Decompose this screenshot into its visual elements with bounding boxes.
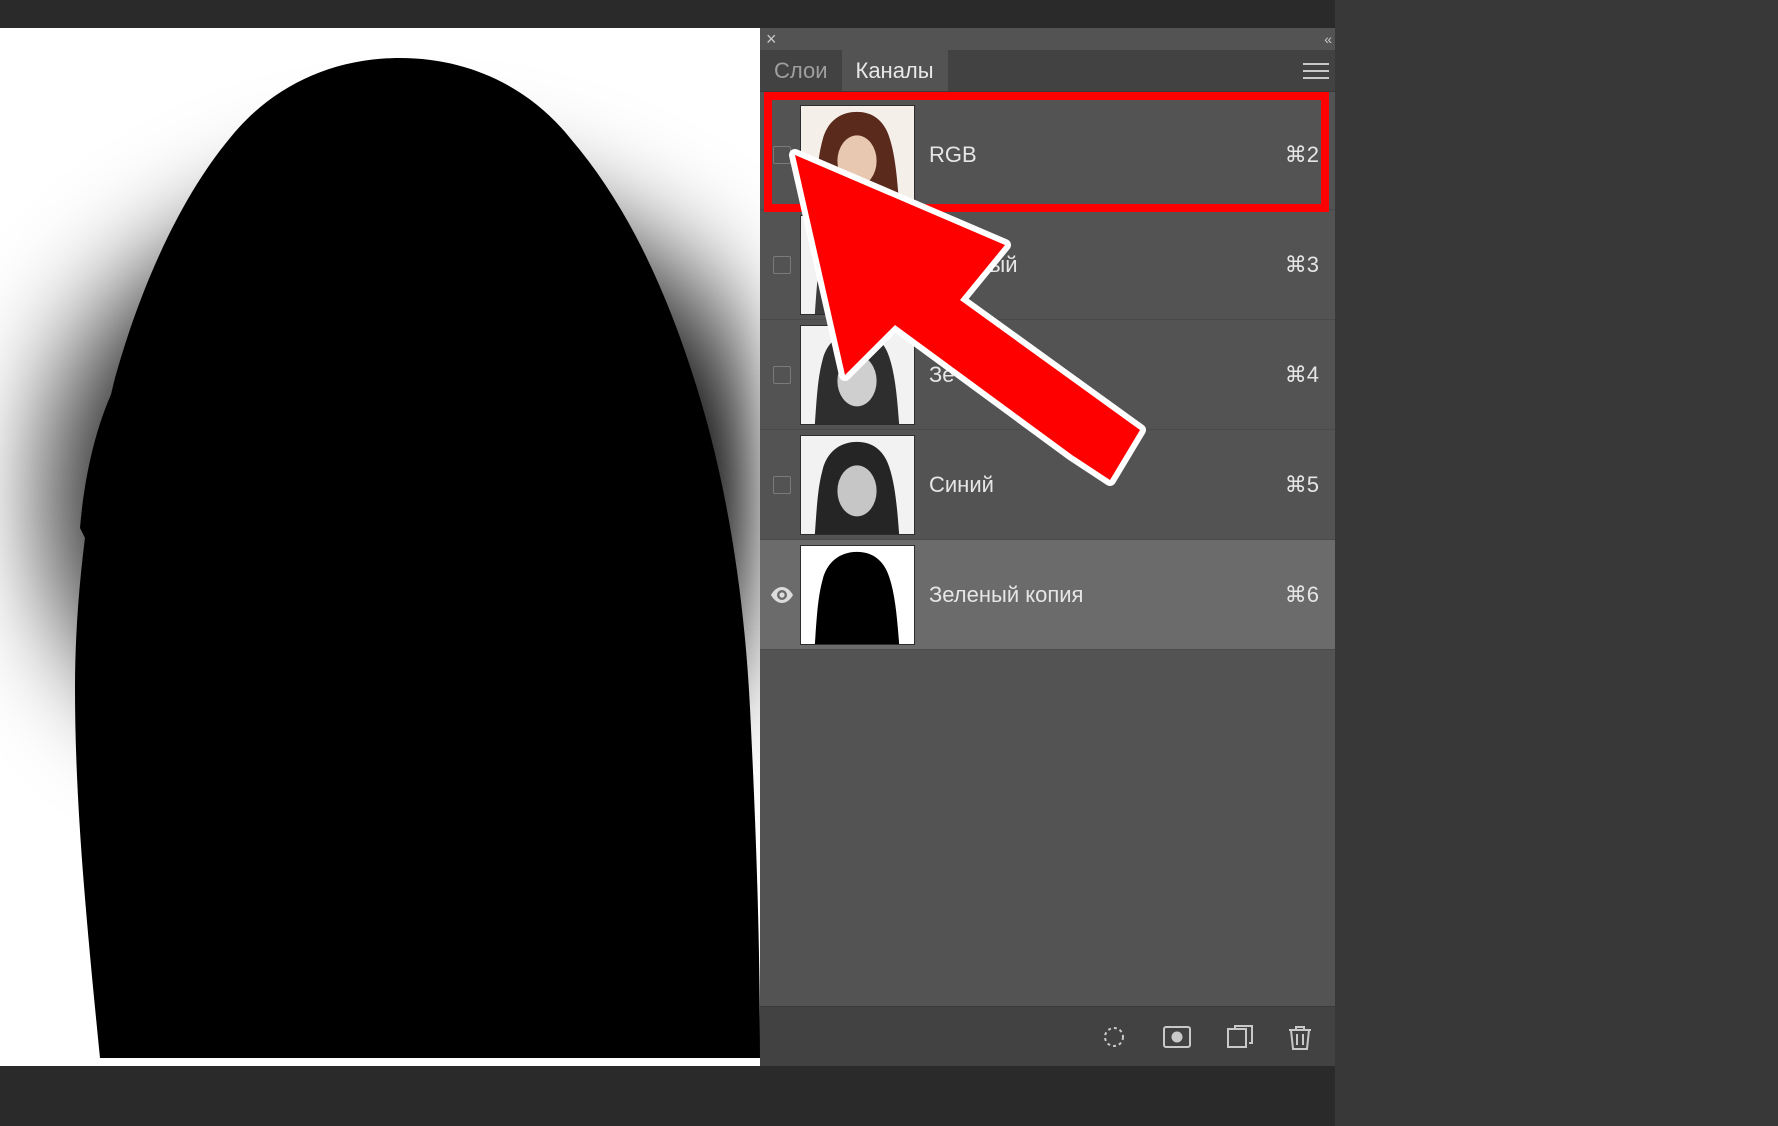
right-dock-area	[1335, 0, 1778, 1126]
channels-list: RGB ⌘2 Красный ⌘3	[760, 92, 1335, 650]
tab-channels[interactable]: Каналы	[842, 50, 948, 91]
channel-name: Зе	[929, 362, 1285, 388]
canvas-silhouette-image	[30, 48, 760, 1058]
channel-row-blue[interactable]: Синий ⌘5	[760, 430, 1335, 540]
save-mask-icon[interactable]	[1163, 1026, 1191, 1048]
channel-shortcut: ⌘4	[1285, 362, 1319, 388]
visibility-toggle[interactable]	[766, 587, 798, 603]
eye-icon	[770, 587, 794, 603]
channel-name: Зеленый копия	[929, 582, 1285, 608]
visibility-toggle[interactable]	[773, 366, 791, 384]
document-canvas[interactable]	[0, 28, 760, 1066]
channel-name: Синий	[929, 472, 1285, 498]
channel-thumbnail	[800, 105, 915, 205]
new-channel-icon[interactable]	[1227, 1025, 1253, 1049]
channel-shortcut: ⌘2	[1285, 142, 1319, 168]
channel-thumbnail	[800, 325, 915, 425]
load-selection-icon[interactable]	[1101, 1024, 1127, 1050]
channel-row-green[interactable]: Зе ⌘4	[760, 320, 1335, 430]
visibility-toggle[interactable]	[773, 146, 791, 164]
visibility-toggle[interactable]	[773, 256, 791, 274]
channel-row-red[interactable]: Красный ⌘3	[760, 210, 1335, 320]
channel-thumbnail	[800, 215, 915, 315]
close-icon[interactable]: ×	[766, 30, 777, 48]
channel-shortcut: ⌘5	[1285, 472, 1319, 498]
panel-footer	[760, 1006, 1335, 1066]
channel-row-green-copy[interactable]: Зеленый копия ⌘6	[760, 540, 1335, 650]
channels-panel: × « Слои Каналы RGB	[760, 28, 1335, 1066]
panel-topbar: × «	[760, 28, 1335, 50]
channel-row-rgb[interactable]: RGB ⌘2	[760, 100, 1335, 210]
tab-layers[interactable]: Слои	[760, 50, 842, 91]
visibility-toggle[interactable]	[773, 476, 791, 494]
channel-thumbnail	[800, 435, 915, 535]
collapse-icon[interactable]: «	[1324, 31, 1329, 47]
channel-thumbnail	[800, 545, 915, 645]
channel-name: Красный	[929, 252, 1285, 278]
panel-menu-icon[interactable]	[1303, 62, 1329, 80]
channel-name: RGB	[929, 142, 1285, 168]
channel-shortcut: ⌘3	[1285, 252, 1319, 278]
channel-shortcut: ⌘6	[1285, 582, 1319, 608]
trash-icon[interactable]	[1289, 1024, 1311, 1050]
panel-tabbar: Слои Каналы	[760, 50, 1335, 92]
